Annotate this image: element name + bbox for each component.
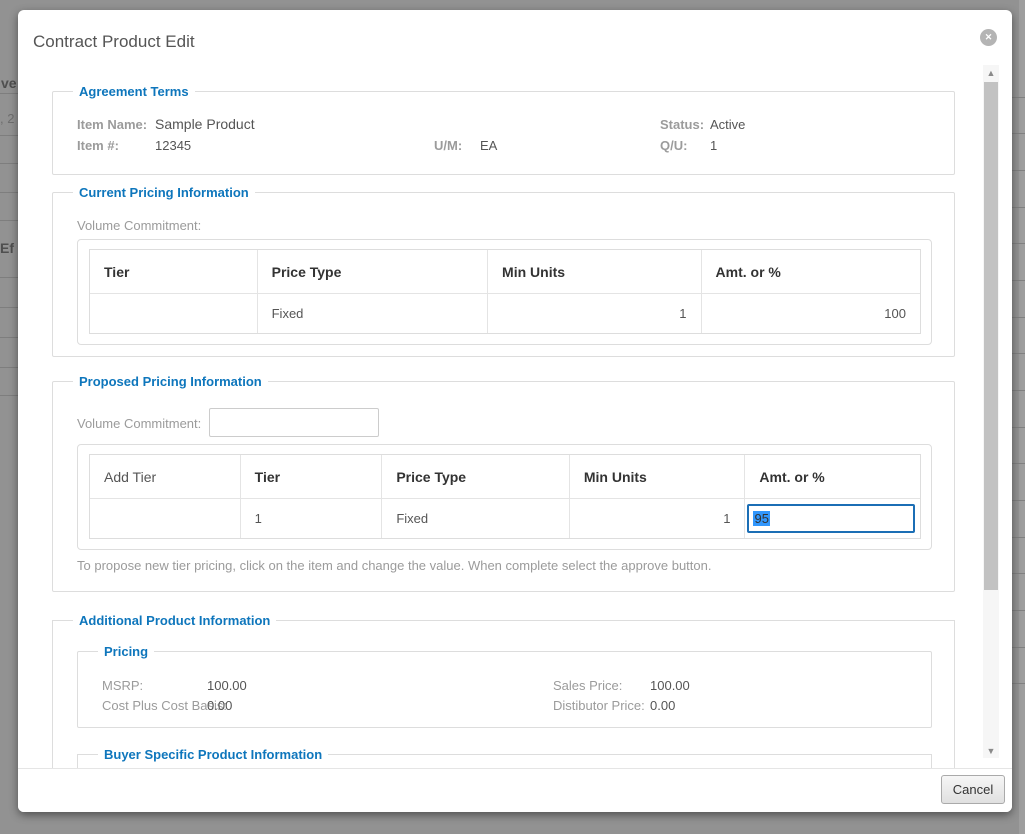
backdrop-page-scrollbar — [1019, 0, 1025, 834]
proposed-pricing-legend: Proposed Pricing Information — [73, 374, 268, 389]
pricing-subsection: Pricing — [77, 644, 932, 728]
backdrop-row-divider — [0, 337, 18, 338]
backdrop-row-divider — [0, 367, 18, 368]
proposed-col-price-type: Price Type — [396, 469, 466, 485]
proposed-table-header-row: Add Tier Tier Price Type Min Units Amt. … — [90, 455, 920, 499]
qu-value: 1 — [710, 138, 717, 153]
msrp-value: 100.00 — [207, 678, 247, 693]
proposed-pricing-table: Add Tier Tier Price Type Min Units Amt. … — [89, 454, 921, 539]
item-name-label: Item Name: — [77, 117, 147, 132]
um-label: U/M: — [434, 138, 462, 153]
backdrop-row-divider — [0, 277, 18, 278]
distributor-price-value: 0.00 — [650, 698, 675, 713]
proposed-volume-commitment-input[interactable] — [209, 408, 379, 437]
proposed-volume-commitment-label: Volume Commitment: — [77, 416, 201, 431]
dialog-scrollbar[interactable]: ▲ ▼ — [983, 65, 999, 758]
item-number-value: 12345 — [155, 138, 191, 153]
proposed-min-units-cell[interactable]: 1 — [723, 511, 730, 526]
current-table-row: Fixed 1 100 — [90, 294, 920, 333]
current-col-tier: Tier — [104, 264, 129, 280]
msrp-label: MSRP: — [102, 678, 143, 693]
dialog-title: Contract Product Edit — [33, 32, 195, 52]
sales-price-value: 100.00 — [650, 678, 690, 693]
backdrop-row-divider — [0, 192, 18, 193]
proposed-col-add-tier: Add Tier — [104, 469, 156, 485]
pricing-legend: Pricing — [98, 644, 154, 659]
scrollbar-thumb[interactable] — [984, 82, 998, 590]
distributor-price-label: Distibutor Price: — [553, 698, 645, 713]
backdrop-row-divider — [0, 395, 18, 396]
current-col-min-units: Min Units — [502, 264, 565, 280]
um-value: EA — [480, 138, 497, 153]
proposed-col-amt: Amt. or % — [759, 469, 824, 485]
backdrop-text-fragment: ve — [1, 75, 17, 91]
agreement-terms-legend: Agreement Terms — [73, 84, 195, 99]
current-table-header-row: Tier Price Type Min Units Amt. or % — [90, 250, 920, 294]
cancel-button[interactable]: Cancel — [941, 775, 1005, 804]
buyer-specific-legend: Buyer Specific Product Information — [98, 747, 328, 762]
current-volume-commitment-label: Volume Commitment: — [77, 218, 201, 233]
selected-text: 95 — [753, 511, 769, 526]
current-col-price-type: Price Type — [272, 264, 342, 280]
proposed-price-type-cell[interactable]: Fixed — [396, 511, 428, 526]
item-number-label: Item #: — [77, 138, 119, 153]
backdrop-text-fragment: Ef — [0, 240, 14, 256]
proposed-tier-cell[interactable]: 1 — [255, 511, 262, 526]
dialog-footer: Cancel — [18, 768, 1012, 812]
backdrop-row-divider — [0, 93, 18, 94]
proposed-pricing-note: To propose new tier pricing, click on th… — [77, 558, 711, 573]
backdrop-row-divider — [0, 135, 18, 136]
backdrop-row-divider — [0, 307, 18, 308]
current-price-type-cell: Fixed — [272, 306, 304, 321]
current-pricing-legend: Current Pricing Information — [73, 185, 255, 200]
scroll-down-icon[interactable]: ▼ — [983, 743, 999, 758]
status-label: Status: — [660, 117, 704, 132]
cost-plus-value: 0.00 — [207, 698, 232, 713]
item-name-value: Sample Product — [155, 116, 255, 132]
qu-label: Q/U: — [660, 138, 687, 153]
contract-product-edit-dialog: Contract Product Edit ✕ Agreement Terms … — [18, 10, 1012, 812]
proposed-col-tier: Tier — [255, 469, 280, 485]
backdrop-row-divider — [0, 163, 18, 164]
current-col-amt: Amt. or % — [716, 264, 781, 280]
buyer-specific-section: Buyer Specific Product Information — [77, 747, 932, 769]
status-value: Active — [710, 117, 745, 132]
scroll-up-icon[interactable]: ▲ — [983, 65, 999, 80]
additional-product-legend: Additional Product Information — [73, 613, 276, 628]
current-min-units-cell: 1 — [679, 306, 686, 321]
sales-price-label: Sales Price: — [553, 678, 622, 693]
close-icon[interactable]: ✕ — [980, 29, 997, 46]
proposed-table-row: 1 Fixed 1 95 — [90, 499, 920, 538]
current-amt-cell: 100 — [884, 306, 906, 321]
proposed-col-min-units: Min Units — [584, 469, 647, 485]
backdrop-row-divider — [0, 220, 18, 221]
proposed-amt-input[interactable]: 95 — [747, 504, 915, 533]
current-pricing-table: Tier Price Type Min Units Amt. or % Fixe… — [89, 249, 921, 334]
backdrop-text-fragment: , 2 — [0, 111, 14, 126]
